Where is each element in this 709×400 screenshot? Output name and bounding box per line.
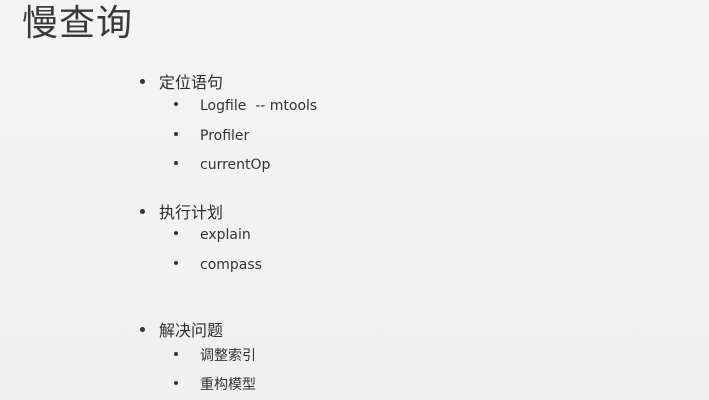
section-heading-solve: 解决问题 — [140, 317, 223, 341]
list-item: currentOp — [174, 157, 270, 173]
slide: 慢查询 定位语句 Logfile -- mtools Profiler curr… — [0, 0, 709, 400]
list-item: explain — [174, 227, 251, 243]
list-item: Logfile -- mtools — [174, 98, 317, 114]
list-item: Profiler — [174, 128, 249, 144]
list-item: 重构模型 — [174, 374, 256, 394]
bullet-icon — [174, 352, 178, 356]
section-heading-plan: 执行计划 — [140, 199, 223, 223]
list-item: compass — [174, 257, 262, 273]
slide-title: 慢查询 — [22, 3, 134, 44]
list-item: 调整索引 — [174, 345, 256, 365]
bullet-icon — [174, 231, 178, 235]
bullet-icon — [174, 381, 178, 385]
bullet-icon — [174, 261, 178, 265]
section-heading-locate: 定位语句 — [140, 69, 223, 93]
bullet-icon — [140, 209, 145, 214]
bullet-icon — [174, 132, 178, 136]
bullet-icon — [140, 327, 145, 332]
bullet-icon — [174, 102, 178, 106]
bullet-icon — [174, 161, 178, 165]
bullet-icon — [140, 79, 145, 84]
